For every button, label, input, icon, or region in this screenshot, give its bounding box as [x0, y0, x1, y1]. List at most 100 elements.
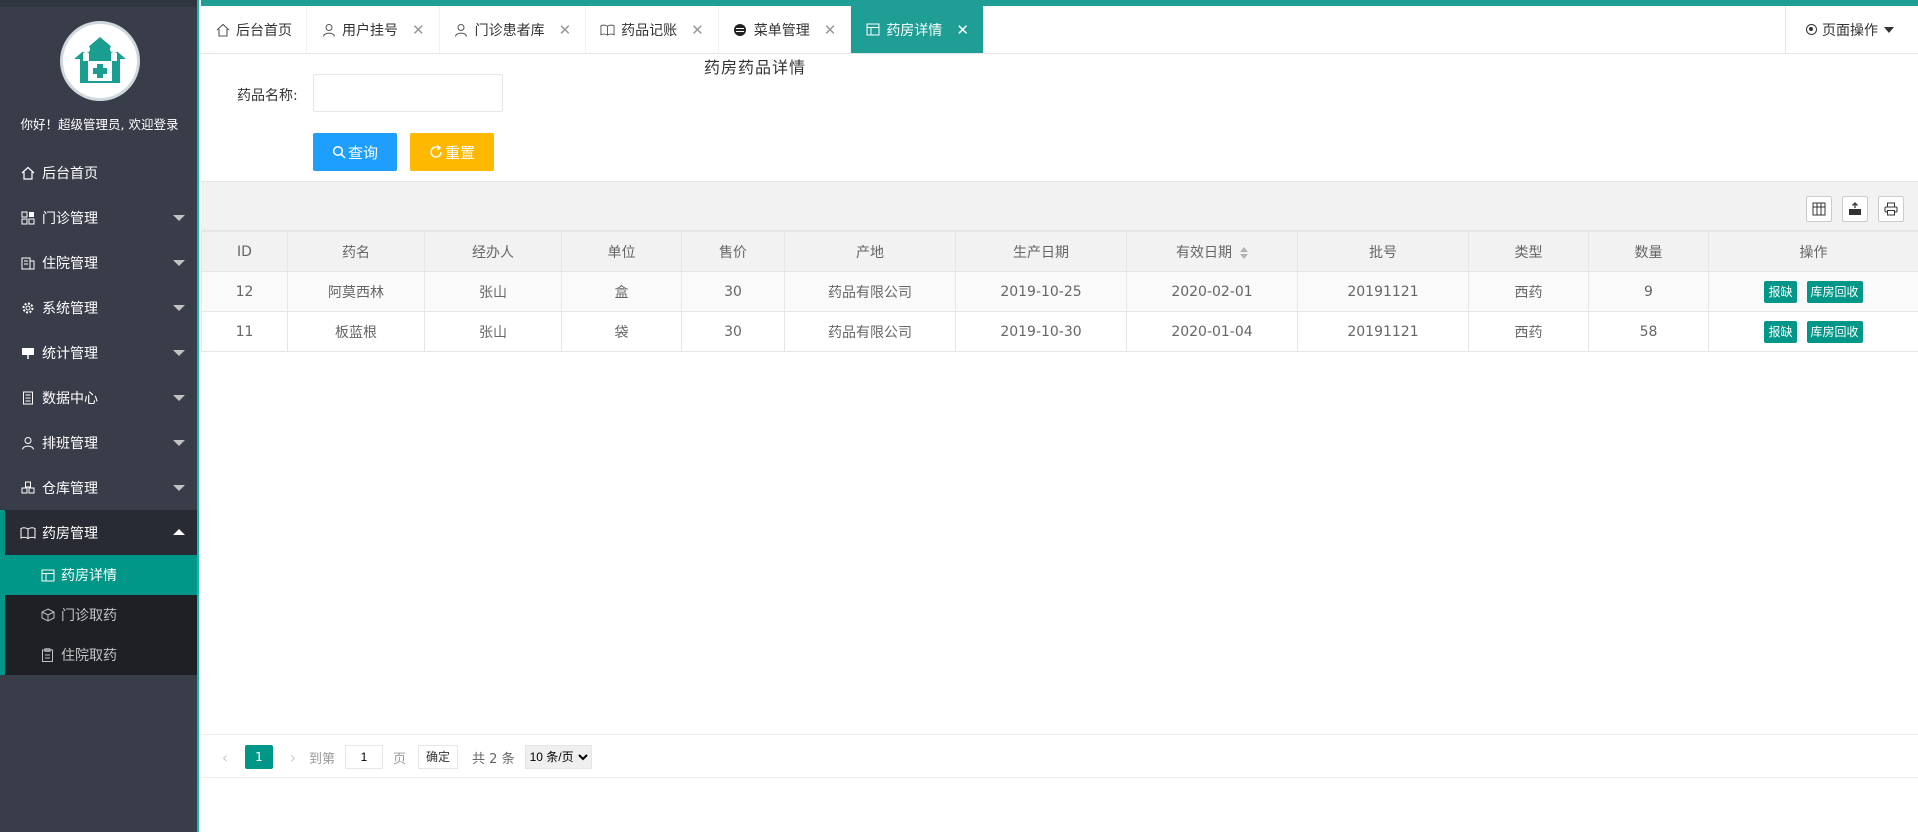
page-unit-label: 页 — [393, 751, 407, 767]
sidebar-item-warehouse[interactable]: 仓库管理 — [0, 465, 197, 510]
column-header-id[interactable]: ID — [201, 231, 288, 272]
cell-handler: 张山 — [424, 271, 562, 312]
column-header-quantity[interactable]: 数量 — [1588, 231, 1709, 272]
goto-confirm-button[interactable]: 确定 — [418, 745, 459, 769]
cell-id: 11 — [201, 311, 288, 352]
tab-bar: 后台首页 用户挂号 ✕ 门诊患者库 ✕ 药品记账 ✕ 菜单管理 ✕ 药房详情 ✕… — [201, 0, 1918, 54]
cell-origin: 药品有限公司 — [784, 311, 956, 352]
column-header-drug-name[interactable]: 药名 — [287, 231, 425, 272]
sidebar-subitem-label: 住院取药 — [61, 648, 117, 664]
table-row[interactable]: 11 板蓝根 张山 袋 30 药品有限公司 2019-10-30 2020-01… — [201, 311, 1918, 352]
tab-registration[interactable]: 用户挂号 ✕ — [307, 6, 440, 53]
table-row[interactable]: 12 阿莫西林 张山 盒 30 药品有限公司 2019-10-25 2020-0… — [201, 271, 1918, 312]
sidebar-subitem-pharmacy-detail[interactable]: 药房详情 — [5, 555, 197, 595]
report-shortage-button[interactable]: 报缺 — [1764, 320, 1797, 343]
tab-pharmacy-detail[interactable]: 药房详情 ✕ — [851, 6, 984, 53]
sidebar-item-data-center[interactable]: 数据中心 — [0, 375, 197, 420]
columns-icon — [1812, 202, 1826, 216]
report-shortage-button[interactable]: 报缺 — [1764, 280, 1797, 303]
close-icon[interactable]: ✕ — [956, 21, 969, 39]
printer-icon — [1884, 202, 1898, 216]
table-toolbar — [201, 181, 1918, 231]
drug-name-input[interactable] — [313, 74, 503, 112]
cell-quantity: 9 — [1588, 271, 1709, 312]
radio-dot-icon — [1806, 24, 1817, 35]
column-header-expiry-date[interactable]: 有效日期 — [1126, 231, 1298, 272]
chevron-down-icon — [173, 485, 185, 491]
sort-icon[interactable] — [1240, 246, 1248, 259]
sidebar-topbar — [0, 0, 197, 7]
query-button[interactable]: 查询 — [313, 133, 397, 171]
pagination-area: ‹ 1 › 到第 页 确定 共 2 条 10 条/页 — [201, 734, 1918, 778]
sidebar-item-system[interactable]: 系统管理 — [0, 285, 197, 330]
cell-quantity: 58 — [1588, 311, 1709, 352]
sidebar-item-outpatient[interactable]: 门诊管理 — [0, 195, 197, 240]
cell-unit: 盒 — [561, 271, 682, 312]
sidebar-item-home[interactable]: 后台首页 — [0, 150, 197, 195]
tab-label: 药品记账 — [621, 22, 678, 39]
cell-batch: 20191121 — [1297, 271, 1469, 312]
sidebar-subitem-outpatient-dispense[interactable]: 门诊取药 — [5, 595, 197, 635]
sidebar-item-scheduling[interactable]: 排班管理 — [0, 420, 197, 465]
close-icon[interactable]: ✕ — [824, 21, 837, 39]
gear-icon — [20, 300, 36, 316]
tab-drug-accounting[interactable]: 药品记账 ✕ — [586, 6, 719, 53]
column-header-origin[interactable]: 产地 — [784, 231, 956, 272]
export-button[interactable] — [1842, 196, 1868, 222]
tab-list: 后台首页 用户挂号 ✕ 门诊患者库 ✕ 药品记账 ✕ 菜单管理 ✕ 药房详情 ✕ — [201, 6, 984, 53]
book-icon — [20, 525, 36, 541]
hospital-logo-icon — [74, 37, 126, 83]
sidebar-subitem-inpatient-dispense[interactable]: 住院取药 — [5, 635, 197, 675]
close-icon[interactable]: ✕ — [412, 21, 425, 39]
tab-menu-management[interactable]: 菜单管理 ✕ — [719, 6, 852, 53]
goto-label: 到第 — [309, 751, 336, 767]
cell-origin: 药品有限公司 — [784, 271, 956, 312]
table-body: 12 阿莫西林 张山 盒 30 药品有限公司 2019-10-25 2020-0… — [201, 271, 1918, 352]
tab-label: 后台首页 — [236, 22, 292, 39]
cell-expiry-date: 2020-01-04 — [1126, 311, 1298, 352]
cell-type: 西药 — [1468, 311, 1589, 352]
column-header-unit[interactable]: 单位 — [561, 231, 682, 272]
close-icon[interactable]: ✕ — [559, 21, 572, 39]
page-operations-dropdown[interactable]: 页面操作 — [1785, 6, 1918, 53]
sidebar-item-label: 数据中心 — [42, 390, 98, 407]
next-page-icon[interactable]: › — [285, 748, 301, 767]
chevron-down-icon — [173, 350, 185, 356]
expiry-date-header-label: 有效日期 — [1176, 244, 1232, 261]
sidebar-item-pharmacy[interactable]: 药房管理 — [0, 510, 197, 555]
warehouse-return-button[interactable]: 库房回收 — [1806, 320, 1863, 343]
goto-page-input[interactable] — [345, 745, 384, 769]
sidebar-item-label: 后台首页 — [42, 165, 98, 182]
cell-production-date: 2019-10-30 — [955, 311, 1127, 352]
page-operations-label: 页面操作 — [1822, 22, 1878, 39]
cell-price: 30 — [681, 271, 785, 312]
main-content: 药房药品详情 药品名称: 查询 重置 ID 药名 经办人 单位 售价 产地 生产… — [201, 54, 1918, 832]
table-icon — [865, 22, 880, 37]
table-icon — [40, 568, 55, 583]
close-icon[interactable]: ✕ — [691, 21, 704, 39]
page-size-select[interactable]: 10 条/页 — [524, 745, 592, 769]
sidebar-item-label: 系统管理 — [42, 300, 98, 317]
column-header-production-date[interactable]: 生产日期 — [955, 231, 1127, 272]
print-button[interactable] — [1878, 196, 1904, 222]
warehouse-return-button[interactable]: 库房回收 — [1806, 280, 1863, 303]
export-icon — [1849, 202, 1861, 215]
user-icon — [321, 22, 336, 37]
sidebar-menu: 后台首页 门诊管理 住院管理 系统管理 统计管理 数据中心 排班管理 仓库管理 … — [0, 150, 197, 675]
drug-name-label: 药品名称: — [237, 88, 298, 104]
column-filter-button[interactable] — [1806, 196, 1832, 222]
current-page-button[interactable]: 1 — [245, 745, 273, 769]
circle-icon — [733, 22, 748, 37]
column-header-type[interactable]: 类型 — [1468, 231, 1589, 272]
sidebar-item-statistics[interactable]: 统计管理 — [0, 330, 197, 375]
column-header-handler[interactable]: 经办人 — [424, 231, 562, 272]
column-header-price[interactable]: 售价 — [681, 231, 785, 272]
tab-outpatient-patients[interactable]: 门诊患者库 ✕ — [440, 6, 587, 53]
document-icon — [20, 390, 36, 406]
sidebar-item-inpatient[interactable]: 住院管理 — [0, 240, 197, 285]
reset-button[interactable]: 重置 — [410, 133, 494, 171]
sidebar-item-label: 门诊管理 — [42, 210, 98, 227]
tab-home[interactable]: 后台首页 — [201, 6, 307, 53]
prev-page-icon[interactable]: ‹ — [217, 748, 233, 767]
column-header-batch[interactable]: 批号 — [1297, 231, 1469, 272]
